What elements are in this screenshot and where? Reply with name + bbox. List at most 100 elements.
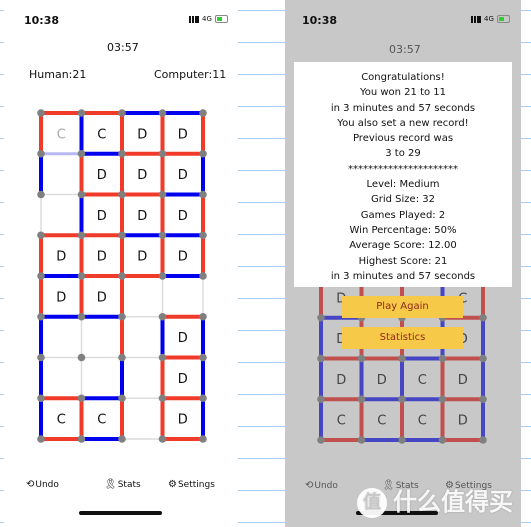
award-icon: 🎗 — [104, 479, 117, 490]
box-owner-label: D — [137, 168, 147, 183]
dialog-line: Win Percentage: 50% — [349, 224, 457, 236]
grid-dot — [158, 231, 167, 240]
grid-dot — [317, 354, 325, 363]
grid-dot — [158, 272, 167, 280]
grid-dot — [158, 435, 167, 443]
grid-dot — [199, 231, 207, 240]
watermark-logo: 值什么值得买 — [357, 482, 513, 518]
box-owner-label: C — [57, 413, 66, 428]
box-owner-label: D — [137, 209, 147, 224]
grid-dot — [199, 435, 207, 443]
home-indicator[interactable] — [79, 511, 162, 515]
grid-dot — [118, 272, 126, 280]
grid-dot — [37, 353, 45, 362]
box-owner-label: D — [97, 209, 107, 224]
box-owner-label: D — [97, 290, 107, 305]
grid-dot — [158, 109, 167, 117]
undo-button[interactable]: ⟲ Undo — [26, 479, 59, 490]
right-phone-screen: 10:38 4G 03:57 DCDDDDCDCCCD Congratulati… — [285, 0, 521, 527]
dialog-line: You also set a new record! — [337, 117, 469, 129]
results-dialog: Congratulations! You won 21 to 11 in 3 min… — [294, 62, 512, 287]
grid-dot — [37, 190, 45, 199]
dialog-line: 3 to 29 — [385, 148, 421, 160]
dialog-line: You won 21 to 11 — [359, 87, 447, 99]
box-owner-label: D — [137, 127, 147, 142]
box-owner-label: D — [178, 250, 188, 265]
left-phone-screen: 10:38 4G 03:57 Human:21 Computer:11 CCDD… — [4, 0, 238, 527]
undo-icon: ⟲ — [26, 479, 35, 490]
dialog-line: Grid Size: 32 — [371, 194, 435, 206]
box-owner-label: D — [458, 373, 468, 388]
grid-dot — [438, 395, 447, 404]
play-again-button[interactable]: Play Again — [342, 296, 463, 318]
undo-label: Undo — [314, 480, 338, 491]
grid-dot — [37, 109, 45, 117]
grid-dot — [158, 190, 167, 199]
grid-dot — [479, 313, 487, 322]
box-owner-label: D — [336, 373, 346, 388]
grid-dot — [357, 395, 366, 404]
grid-dot — [199, 190, 207, 199]
grid-dot — [199, 272, 207, 280]
box-owner-label: C — [418, 373, 427, 388]
grid-dot — [317, 313, 325, 322]
grid-dot — [199, 312, 207, 321]
grid-dot — [118, 109, 126, 117]
box-owner-label: D — [178, 127, 188, 142]
box-owner-label: C — [97, 127, 106, 142]
box-owner-label: D — [178, 168, 188, 183]
grid-dot — [158, 353, 167, 362]
dialog-line: in 3 minutes and 57 seconds — [330, 102, 476, 114]
dialog-line: Previous record was — [352, 133, 454, 145]
box-owner-label: C — [337, 414, 346, 429]
grid-dot — [398, 354, 406, 363]
box-owner-label: D — [178, 331, 188, 346]
box-owner-label: D — [178, 209, 188, 224]
grid-dot — [37, 435, 45, 443]
grid-dot — [118, 149, 126, 158]
grid-dot — [398, 395, 406, 404]
grid-dot — [77, 435, 86, 443]
grid-dot — [118, 435, 126, 443]
box-owner-label: C — [97, 413, 106, 428]
grid-dot — [438, 436, 447, 444]
box-owner-label: D — [178, 372, 188, 387]
grid-dot — [479, 395, 487, 404]
box-owner-label: D — [97, 168, 107, 183]
grid-dot — [158, 394, 167, 403]
grid-dot — [199, 394, 207, 403]
grid-dot — [479, 354, 487, 363]
grid-dot — [357, 354, 366, 363]
grid-dot — [199, 109, 207, 117]
dialog-line: in 3 minutes and 57 seconds — [330, 270, 476, 282]
grid-dot — [398, 436, 406, 444]
box-owner-label: D — [377, 373, 387, 388]
statistics-button[interactable]: Statistics — [342, 327, 463, 349]
box-owner-label: D — [137, 250, 147, 265]
box-owner-label: D — [458, 414, 468, 429]
grid-dot — [37, 394, 45, 403]
undo-button[interactable]: ⟲ Undo — [305, 480, 338, 491]
box-owner-label: D — [56, 290, 66, 305]
box-owner-label: D — [97, 250, 107, 265]
dialog-line: Average Score: 12.00 — [349, 240, 457, 252]
grid-dot — [77, 149, 86, 158]
stats-button[interactable]: 🎗 Stats — [104, 479, 141, 490]
game-board[interactable]: C C D D D D D D D D D D D D D D D D C C D — [4, 0, 238, 470]
grid-dot — [199, 353, 207, 362]
grid-dot — [77, 190, 86, 199]
grid-dot — [37, 149, 45, 158]
settings-button[interactable]: ⚙ Settings — [168, 479, 215, 490]
grid-dot — [77, 312, 86, 321]
grid-dot — [77, 109, 86, 117]
undo-label: Undo — [35, 479, 59, 490]
grid-dot — [118, 190, 126, 199]
grid-dot — [317, 395, 325, 404]
grid-dot — [77, 272, 86, 280]
box-owner-label: C — [57, 127, 66, 142]
grid-dot — [37, 312, 45, 321]
undo-icon: ⟲ — [305, 480, 314, 491]
dialog-line: ********************** — [348, 163, 458, 175]
grid-dot — [118, 312, 126, 321]
box-owner-label: C — [377, 414, 386, 429]
